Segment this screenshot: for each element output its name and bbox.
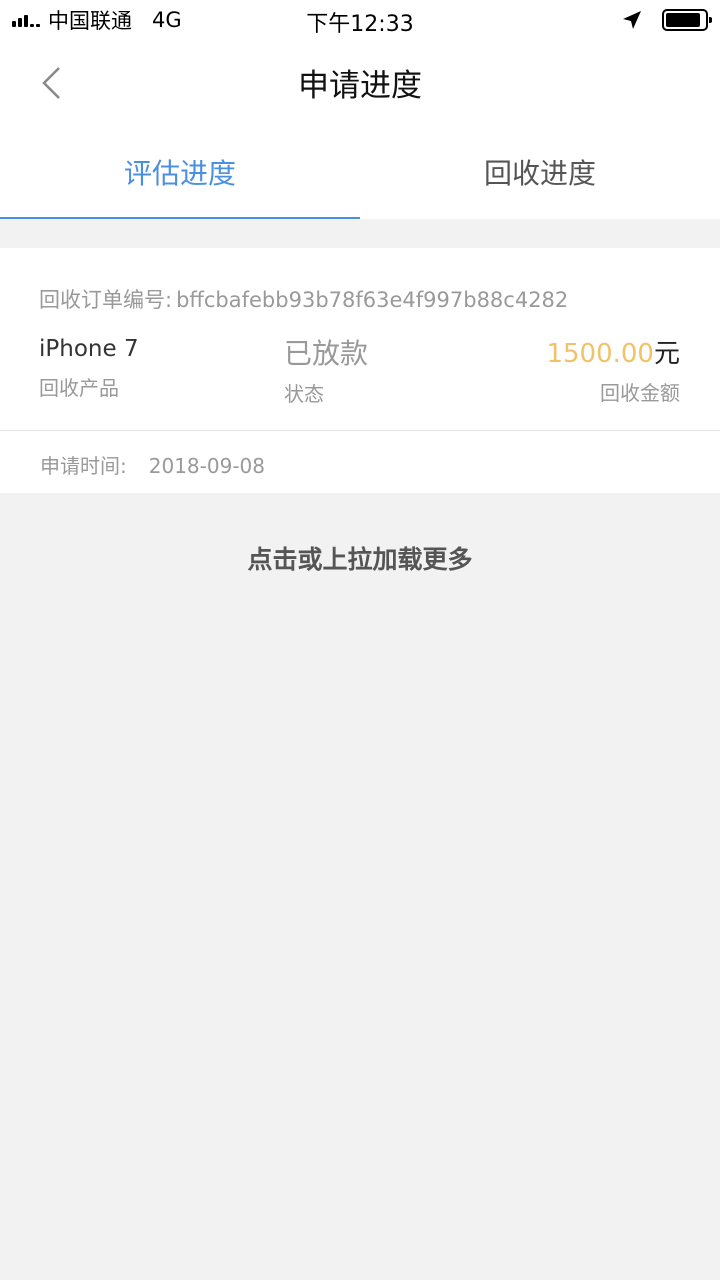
- load-more-button[interactable]: 点击或上拉加载更多: [0, 540, 720, 576]
- tab-recycle-progress[interactable]: 回收进度: [360, 124, 720, 219]
- apply-time-line: 申请时间: 2018-09-08: [40, 450, 265, 479]
- tab-bar: 评估进度 回收进度: [0, 124, 720, 219]
- status-time: 下午12:33: [306, 12, 414, 37]
- nav-bar: 申请进度: [0, 40, 720, 124]
- amount-unit: 元: [653, 339, 680, 369]
- battery-icon: [662, 9, 712, 31]
- status-bar: 中国联通 4G 下午12:33: [0, 0, 720, 40]
- order-number-line: 回收订单编号: bffcbafebb93b78f63e4f997b88c4282: [39, 284, 568, 314]
- apply-time-label: 申请时间:: [40, 454, 127, 478]
- tab-evaluation-progress[interactable]: 评估进度: [0, 124, 360, 219]
- product-label: 回收产品: [39, 376, 119, 400]
- amount-column: 1500.00元 回收金额: [546, 336, 680, 406]
- location-arrow-icon: [623, 11, 641, 29]
- order-number-value: bffcbafebb93b78f63e4f997b88c4282: [176, 288, 569, 312]
- battery-fill: [666, 13, 701, 27]
- product-column: iPhone 7 回收产品: [39, 336, 139, 401]
- order-number-label: 回收订单编号:: [39, 288, 173, 312]
- product-value: iPhone 7: [39, 336, 139, 362]
- page-title: 申请进度: [298, 68, 422, 104]
- status-right: [622, 8, 712, 32]
- apply-time-value: 2018-09-08: [148, 454, 265, 478]
- amount-value: 1500.00: [546, 339, 654, 369]
- status-value: 已放款: [284, 337, 369, 370]
- amount-value-wrap: 1500.00元: [546, 333, 680, 370]
- screen: 中国联通 4G 下午12:33 申请进度 评估进度 回收进度 回收订单编号: bf…: [0, 0, 720, 1280]
- order-card[interactable]: 回收订单编号: bffcbafebb93b78f63e4f997b88c4282 …: [0, 248, 720, 493]
- status-label: 状态: [284, 382, 324, 406]
- amount-label: 回收金额: [600, 381, 680, 405]
- card-divider: [0, 430, 720, 431]
- status-column: 已放款 状态: [284, 336, 368, 407]
